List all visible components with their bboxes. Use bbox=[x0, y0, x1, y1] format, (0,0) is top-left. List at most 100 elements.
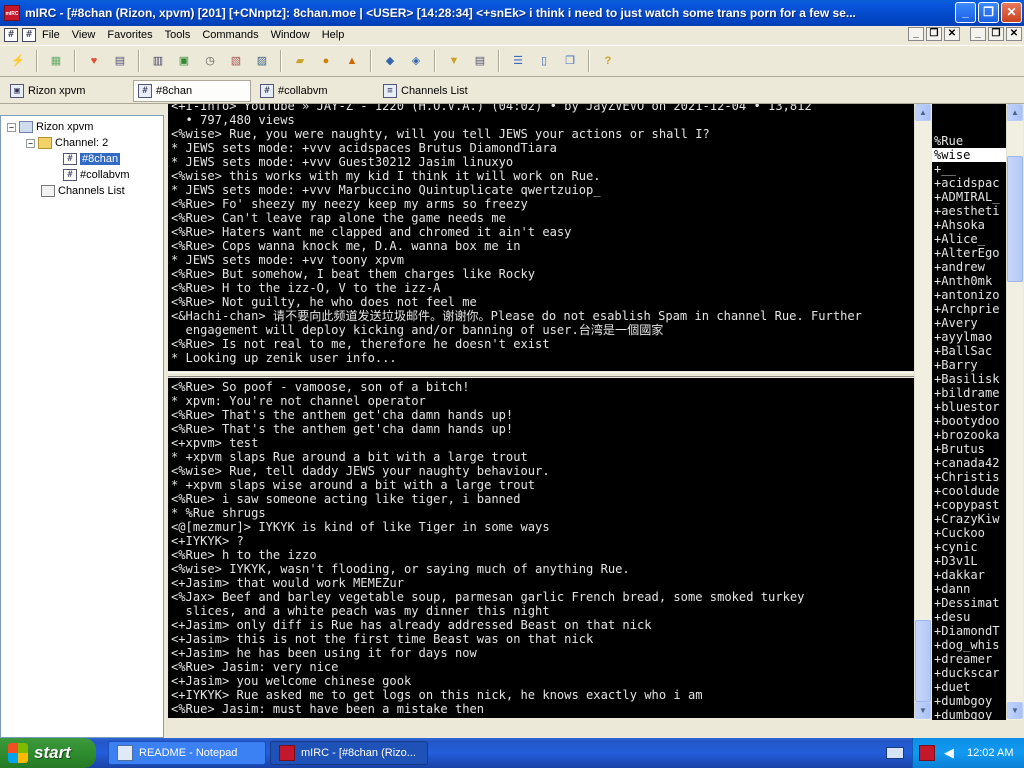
nicklist-item[interactable]: +duckscar bbox=[932, 666, 1006, 680]
frame-minimize-button[interactable]: _ bbox=[970, 27, 986, 41]
nicklist-item[interactable]: +canada42 bbox=[932, 456, 1006, 470]
nicklist-item[interactable]: +__ bbox=[932, 162, 1006, 176]
address-book-button[interactable]: ▥ bbox=[146, 49, 170, 73]
menu-window[interactable]: Window bbox=[265, 26, 316, 44]
task-mirc[interactable]: mIRC - [#8chan (Rizo... bbox=[270, 741, 428, 765]
nicklist-item[interactable]: +DiamondT bbox=[932, 624, 1006, 638]
nicklist-item[interactable]: +ADMIRAL_ bbox=[932, 190, 1006, 204]
tree-item-server[interactable]: − Rizon xpvm bbox=[7, 119, 93, 135]
mirc-app-icon[interactable]: mIRC bbox=[4, 5, 20, 21]
task-notepad[interactable]: README - Notepad bbox=[108, 741, 266, 765]
tree-item-collabvm[interactable]: # #collabvm bbox=[63, 167, 130, 183]
nicklist-item[interactable]: +cooldude bbox=[932, 484, 1006, 498]
favorites-button[interactable]: ♥ bbox=[82, 49, 106, 73]
collapse-icon[interactable]: − bbox=[26, 138, 35, 148]
online-timer-button[interactable]: ▨ bbox=[250, 49, 274, 73]
dcc-send-button[interactable]: ▲ bbox=[340, 49, 364, 73]
child-restore-button[interactable]: ❐ bbox=[926, 27, 942, 41]
nicklist-item[interactable]: +bildrame bbox=[932, 386, 1006, 400]
nicklist-item[interactable]: +Basilisk bbox=[932, 372, 1006, 386]
nicklist-item[interactable]: +desu bbox=[932, 610, 1006, 624]
split-divider[interactable] bbox=[168, 372, 914, 377]
dcc-chat-button[interactable]: ◆ bbox=[378, 49, 402, 73]
switchbar-tab-collabvm[interactable]: # #collabvm bbox=[256, 80, 374, 102]
nicklist-item[interactable]: +D3v1L bbox=[932, 554, 1006, 568]
close-button[interactable]: ✕ bbox=[1001, 2, 1022, 23]
nicklist-item[interactable]: +CrazyKiw bbox=[932, 512, 1006, 526]
nicklist-item[interactable]: +BallSac bbox=[932, 344, 1006, 358]
tile-vertical-button[interactable]: ☰ bbox=[506, 49, 530, 73]
collapse-icon[interactable]: − bbox=[7, 122, 16, 132]
nicklist-item[interactable]: +bluestor bbox=[932, 400, 1006, 414]
maximize-button[interactable]: ❐ bbox=[978, 2, 999, 23]
nicklist-item[interactable]: +duet bbox=[932, 680, 1006, 694]
tile-horizontal-button[interactable]: ▯ bbox=[532, 49, 556, 73]
title-bar[interactable]: mIRC mIRC - [#8chan (Rizon, xpvm) [201] … bbox=[0, 0, 1024, 26]
nicklist-item[interactable]: +Archprie bbox=[932, 302, 1006, 316]
nicklist-item[interactable]: +aestheti bbox=[932, 204, 1006, 218]
nicklist-scrollbar[interactable]: ▲ ▼ bbox=[1006, 104, 1023, 720]
mdi-channel-icon[interactable]: # bbox=[22, 28, 36, 42]
nicklist-item[interactable]: +bootydoo bbox=[932, 414, 1006, 428]
keyboard-icon[interactable] bbox=[886, 747, 904, 759]
chat-scrollbar[interactable]: ▲ ▼ bbox=[914, 104, 931, 720]
nicklist-item[interactable]: +antonizo bbox=[932, 288, 1006, 302]
menu-help[interactable]: Help bbox=[316, 26, 351, 44]
organize-button[interactable]: ▤ bbox=[108, 49, 132, 73]
notify-list-button[interactable]: ● bbox=[314, 49, 338, 73]
chat-scroll-thumb[interactable] bbox=[915, 620, 931, 702]
tree-item-8chan[interactable]: # #8chan bbox=[63, 151, 121, 167]
tree-item-channels-list[interactable]: Channels List bbox=[41, 183, 125, 199]
nicklist-item[interactable]: +Dessimat bbox=[932, 596, 1006, 610]
nicklist-item[interactable]: +dreamer bbox=[932, 652, 1006, 666]
dcc-options-button[interactable]: ◈ bbox=[404, 49, 428, 73]
colors-button[interactable]: ▧ bbox=[224, 49, 248, 73]
scroll-down-arrow-icon[interactable]: ▼ bbox=[915, 702, 931, 719]
nicklist-item[interactable]: +andrew bbox=[932, 260, 1006, 274]
nicklist-item[interactable]: %wise bbox=[932, 148, 1006, 162]
nicklist-item[interactable]: +dumbgoy bbox=[932, 694, 1006, 708]
nicklist-item[interactable]: +Anth0mk bbox=[932, 274, 1006, 288]
menu-commands[interactable]: Commands bbox=[196, 26, 264, 44]
scroll-up-arrow-icon[interactable]: ▲ bbox=[1007, 104, 1023, 121]
clock[interactable]: 12:02 AM bbox=[967, 747, 1013, 759]
nicklist-scroll-thumb[interactable] bbox=[1007, 156, 1023, 282]
connect-button[interactable]: ⚡ bbox=[6, 49, 30, 73]
received-files-button[interactable]: ▼ bbox=[442, 49, 466, 73]
menu-view[interactable]: View bbox=[66, 26, 102, 44]
menu-tools[interactable]: Tools bbox=[159, 26, 197, 44]
nicklist-item[interactable]: %Rue bbox=[932, 134, 1006, 148]
nicklist-item[interactable]: +Christis bbox=[932, 470, 1006, 484]
nicklist-item[interactable]: +dumbgoy_ bbox=[932, 708, 1006, 720]
child-minimize-button[interactable]: _ bbox=[908, 27, 924, 41]
nicklist-item[interactable]: +dakkar bbox=[932, 568, 1006, 582]
child-close-button[interactable]: ✕ bbox=[944, 27, 960, 41]
switchbar-tab-channels-list[interactable]: ≡ Channels List bbox=[379, 80, 497, 102]
menu-file[interactable]: File bbox=[36, 26, 66, 44]
nicklist[interactable]: %Rue %wise +__ +acidspac +ADMIRAL_ +aestheti +… bbox=[932, 104, 1006, 720]
nicklist-item[interactable]: +AlterEgo bbox=[932, 246, 1006, 260]
nicklist-item[interactable]: +brozooka bbox=[932, 428, 1006, 442]
nicklist-item[interactable]: +Ahsoka bbox=[932, 218, 1006, 232]
frame-close-button[interactable]: ✕ bbox=[1006, 27, 1022, 41]
minimize-button[interactable]: _ bbox=[955, 2, 976, 23]
mirc-tray-icon[interactable] bbox=[919, 745, 935, 761]
timer-button[interactable]: ◷ bbox=[198, 49, 222, 73]
scroll-down-arrow-icon[interactable]: ▼ bbox=[1007, 702, 1023, 719]
cascade-button[interactable]: ❐ bbox=[558, 49, 582, 73]
nicklist-item[interactable]: +Avery bbox=[932, 316, 1006, 330]
switchbar-tab-server[interactable]: ▣ Rizon xpvm bbox=[6, 80, 126, 102]
log-files-button[interactable]: ▤ bbox=[468, 49, 492, 73]
scroll-up-arrow-icon[interactable]: ▲ bbox=[915, 104, 931, 121]
nicklist-item[interactable]: +Alice_ bbox=[932, 232, 1006, 246]
mdi-server-icon[interactable]: # bbox=[4, 28, 18, 42]
tree-item-channel-folder[interactable]: − Channel: 2 bbox=[26, 135, 108, 151]
nicklist-item[interactable]: +cynic bbox=[932, 540, 1006, 554]
nicklist-item[interactable]: +Brutus bbox=[932, 442, 1006, 456]
nicklist-item[interactable]: +dog_whis bbox=[932, 638, 1006, 652]
start-button[interactable]: start bbox=[0, 738, 96, 768]
nicklist-item[interactable]: +copypast bbox=[932, 498, 1006, 512]
frame-restore-button[interactable]: ❐ bbox=[988, 27, 1004, 41]
nicklist-item[interactable]: +dann bbox=[932, 582, 1006, 596]
channels-folder-button[interactable]: ▰ bbox=[288, 49, 312, 73]
